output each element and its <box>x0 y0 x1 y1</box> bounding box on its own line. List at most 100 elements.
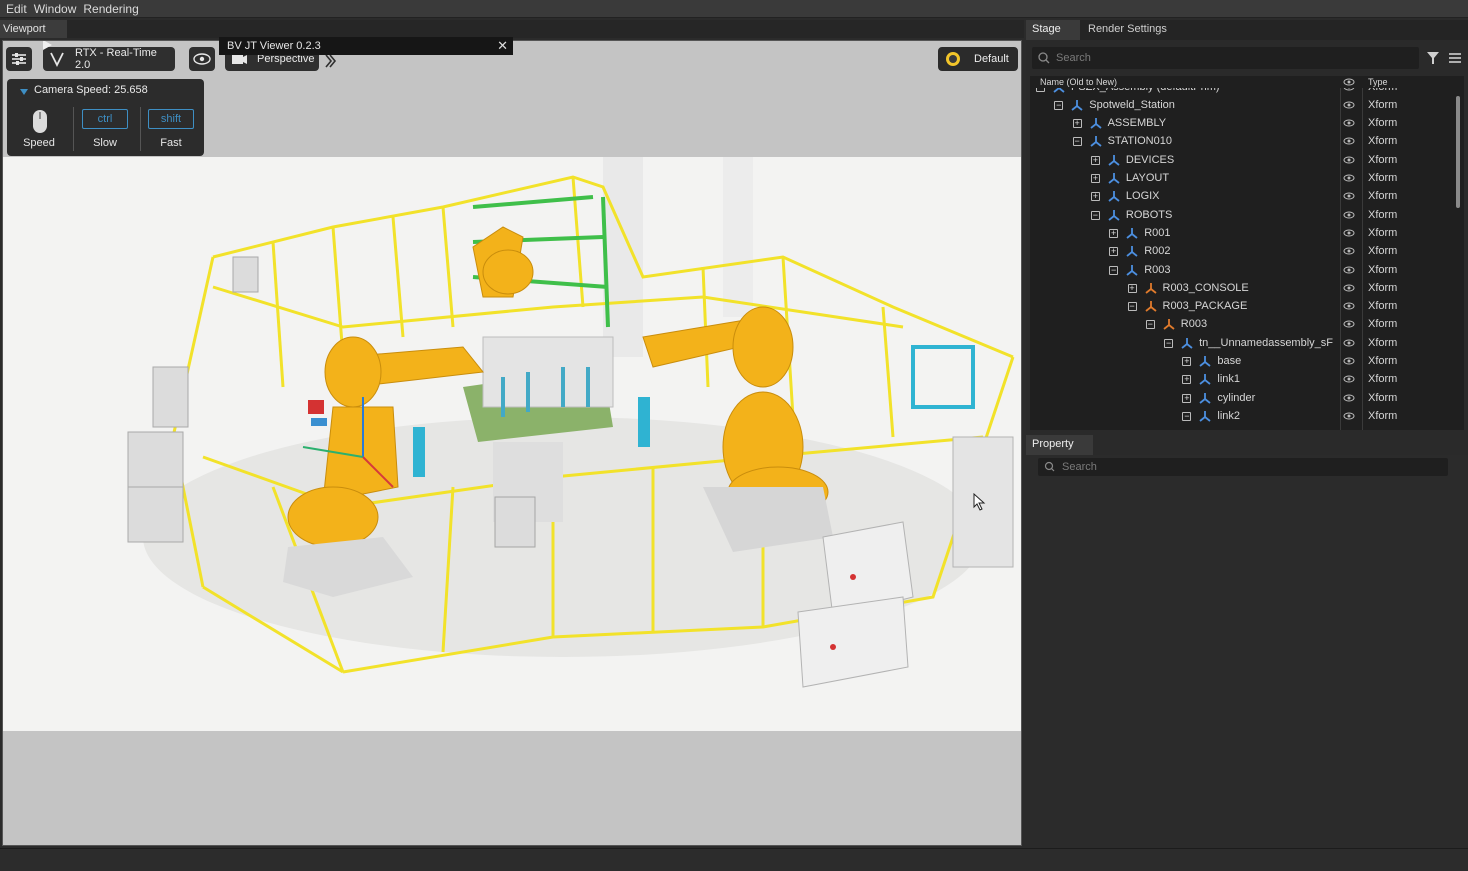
xform-icon <box>1126 246 1138 257</box>
tree-row-type: Xform <box>1368 117 1398 130</box>
expand-icon[interactable]: + <box>1109 247 1119 257</box>
tree-row[interactable]: + R001 Xform <box>1030 224 1450 242</box>
tree-row[interactable]: + LAYOUT Xform <box>1030 169 1450 187</box>
xform-reference-icon <box>1144 282 1157 294</box>
tree-row[interactable]: − R003 Xform <box>1030 261 1450 279</box>
tree-scrollbar[interactable] <box>1456 96 1460 208</box>
tab-viewport[interactable]: Viewport <box>0 20 67 38</box>
xform-icon <box>1090 118 1102 129</box>
renderer-button[interactable]: RTX - Real-Time 2.0 <box>43 47 175 71</box>
chevron-right-icon[interactable] <box>323 53 337 69</box>
column-type-header[interactable]: Type <box>1368 77 1388 87</box>
collapse-icon[interactable]: − <box>1145 320 1155 330</box>
visibility-eye-icon[interactable] <box>1343 210 1355 220</box>
lighting-button[interactable]: Default <box>938 47 1018 71</box>
dialog-title: BV JT Viewer 0.2.3 <box>227 40 321 52</box>
filter-icon[interactable] <box>1425 50 1441 66</box>
visibility-eye-icon[interactable] <box>1343 265 1355 275</box>
xform-icon <box>1090 136 1102 148</box>
tree-row-label: R003 <box>1144 263 1171 276</box>
jt-viewer-dialog[interactable]: BV JT Viewer 0.2.3 ✕ <box>219 37 513 55</box>
expand-icon[interactable]: + <box>1072 119 1082 129</box>
visibility-toggle-button[interactable] <box>189 47 215 71</box>
expand-icon[interactable]: + <box>1090 174 1100 183</box>
play-icon[interactable] <box>41 41 55 51</box>
visibility-eye-icon[interactable] <box>1343 356 1355 366</box>
tree-row[interactable]: − STATION010 Xform <box>1030 132 1450 150</box>
visibility-eye-icon[interactable] <box>1343 283 1355 293</box>
tree-row[interactable]: + ASSEMBLY Xform <box>1030 114 1450 132</box>
close-icon[interactable]: ✕ <box>497 38 508 54</box>
fast-label: Fast <box>160 137 182 149</box>
stage-tabbar: Stage Render Settings <box>1026 20 1468 40</box>
collapse-icon[interactable]: − <box>1109 265 1119 275</box>
menu-rendering[interactable]: Rendering <box>83 2 138 16</box>
expand-icon[interactable]: + <box>1109 228 1119 238</box>
tree-header: Name (Old to New) Type <box>1030 76 1464 88</box>
tree-row[interactable]: + base Xform <box>1030 352 1450 370</box>
visibility-eye-icon[interactable] <box>1343 191 1355 201</box>
settings-button[interactable] <box>6 47 32 71</box>
visibility-eye-icon[interactable] <box>1343 136 1355 146</box>
tab-stage[interactable]: Stage <box>1026 20 1080 40</box>
expand-icon[interactable]: + <box>1182 393 1192 403</box>
expand-icon[interactable]: + <box>1182 357 1192 366</box>
collapse-icon[interactable]: − <box>1054 100 1064 110</box>
property-search-placeholder: Search <box>1062 461 1097 473</box>
collapse-icon[interactable]: − <box>1182 411 1192 421</box>
tree-row[interactable]: + DEVICES Xform <box>1030 151 1450 169</box>
tree-row[interactable]: − R003_PACKAGE Xform <box>1030 297 1450 315</box>
expand-icon[interactable]: + <box>1182 375 1192 385</box>
tree-row-type: Xform <box>1368 190 1398 203</box>
triangle-down-icon[interactable] <box>19 87 29 97</box>
stage-tree[interactable]: Name (Old to New) Type −PSZX_Assembly (d… <box>1030 76 1464 430</box>
collapse-icon[interactable]: − <box>1090 210 1100 220</box>
tree-row-label: R003_PACKAGE <box>1162 300 1248 313</box>
collapse-icon[interactable]: − <box>1127 302 1137 312</box>
visibility-eye-icon[interactable] <box>1343 411 1355 421</box>
tree-row[interactable]: − R003 Xform <box>1030 315 1450 333</box>
eye-icon[interactable] <box>1343 77 1355 87</box>
expand-icon[interactable]: + <box>1090 192 1100 202</box>
visibility-eye-icon[interactable] <box>1343 118 1355 128</box>
visibility-eye-icon[interactable] <box>1343 155 1355 165</box>
visibility-eye-icon[interactable] <box>1343 338 1355 348</box>
xform-icon <box>1199 392 1211 404</box>
visibility-eye-icon[interactable] <box>1343 319 1355 329</box>
tree-row[interactable]: − ROBOTS Xform <box>1030 206 1450 224</box>
menu-bar: Edit Window Rendering <box>0 0 1468 18</box>
menu-edit[interactable]: Edit <box>6 2 27 16</box>
tree-row[interactable]: − Spotweld_Station Xform <box>1030 96 1450 114</box>
light-bulb-icon <box>946 52 960 66</box>
visibility-eye-icon[interactable] <box>1343 301 1355 311</box>
tree-row[interactable]: + cylinder Xform <box>1030 389 1450 407</box>
tree-row[interactable]: + R002 Xform <box>1030 242 1450 260</box>
visibility-eye-icon[interactable] <box>1343 100 1355 110</box>
tree-row[interactable]: + link1 Xform <box>1030 370 1450 388</box>
tree-row-type: Xform <box>1368 135 1398 148</box>
tree-row[interactable]: − tn__Unnamedassembly_sF Xform <box>1030 334 1450 352</box>
visibility-eye-icon[interactable] <box>1343 228 1355 238</box>
tree-row[interactable]: + R003_CONSOLE Xform <box>1030 279 1450 297</box>
tab-property[interactable]: Property <box>1026 435 1093 455</box>
factory-cell-render <box>127 157 1015 688</box>
property-search-input[interactable]: Search <box>1038 458 1448 476</box>
column-name-header[interactable]: Name (Old to New) <box>1040 77 1117 87</box>
collapse-icon[interactable]: − <box>1164 338 1174 348</box>
expand-icon[interactable]: + <box>1127 283 1137 293</box>
visibility-eye-icon[interactable] <box>1343 374 1355 384</box>
scene-render[interactable] <box>3 157 1021 731</box>
stage-search-input[interactable]: Search <box>1032 47 1419 69</box>
visibility-eye-icon[interactable] <box>1343 173 1355 183</box>
viewport[interactable]: RTX - Real-Time 2.0 Perspective Default <box>2 40 1022 846</box>
tree-row[interactable]: − link2 Xform <box>1030 407 1450 425</box>
visibility-eye-icon[interactable] <box>1343 393 1355 403</box>
menu-icon[interactable] <box>1447 50 1463 66</box>
menu-window[interactable]: Window <box>34 2 77 16</box>
tab-render-settings[interactable]: Render Settings <box>1082 20 1192 40</box>
visibility-eye-icon[interactable] <box>1343 246 1355 256</box>
collapse-icon[interactable]: − <box>1072 137 1082 147</box>
expand-icon[interactable]: + <box>1090 155 1100 165</box>
tree-row-type: Xform <box>1368 153 1398 166</box>
tree-row[interactable]: + LOGIX Xform <box>1030 187 1450 205</box>
